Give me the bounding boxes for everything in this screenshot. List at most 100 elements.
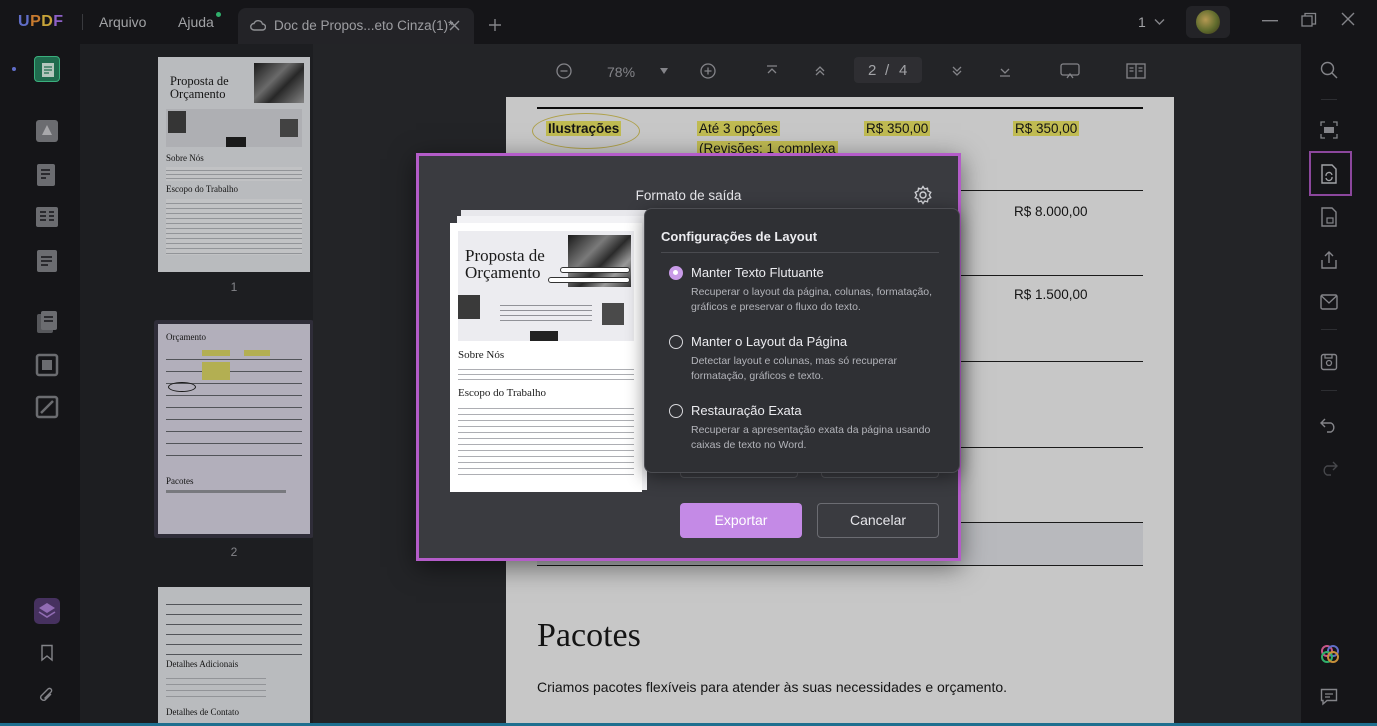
thumb1-lines-2 [166, 199, 302, 255]
preview-section-2: Escopo do Trabalho [458, 387, 546, 399]
rail-divider-3 [1321, 390, 1337, 391]
form-tool-icon[interactable] [34, 204, 60, 230]
thumbnail-label-2: 2 [230, 545, 238, 559]
preview-intro-lines [500, 301, 592, 325]
thumbnail-page-3[interactable]: Detalhes Adicionais Detalhes de Contato [158, 587, 310, 726]
preview-body-lines-2 [458, 403, 634, 477]
thumbnail-panel: Proposta de Orçamento Sobre Nós Escopo d… [80, 44, 314, 726]
page-total: 4 [899, 62, 908, 79]
layout-settings-popup: Configurações de Layout Manter Texto Flu… [644, 208, 960, 473]
undo-icon[interactable] [1320, 417, 1338, 433]
page-number-field[interactable]: 2 / 4 [854, 57, 922, 83]
settings-gear-icon[interactable] [913, 185, 933, 205]
option-description-2: Detectar layout e colunas, mas só recupe… [691, 355, 898, 382]
restore-icon[interactable] [1301, 12, 1317, 28]
preview-title-2: Orçamento [465, 263, 541, 282]
radio-keep-floating-text[interactable] [669, 266, 683, 280]
ocr-icon[interactable] [1320, 121, 1338, 139]
zoom-out-icon[interactable] [556, 63, 572, 79]
bookmark-icon[interactable] [40, 644, 54, 662]
menu-ajuda[interactable]: Ajuda [178, 14, 214, 30]
cancel-button[interactable]: Cancelar [817, 503, 939, 538]
reader-mode-icon[interactable] [34, 56, 60, 82]
thumb2-section: Pacotes [166, 476, 194, 486]
search-icon[interactable] [1320, 61, 1338, 79]
thumb1-lines-1 [166, 167, 302, 181]
table-top-rule [537, 107, 1143, 109]
chat-icon[interactable] [1320, 688, 1338, 706]
layers-icon[interactable] [34, 598, 60, 624]
option-description-3: Recuperar a apresentação exata da página… [691, 424, 931, 451]
title-bar: UPDF Arquivo Ajuda Doc de Propos...eto C… [0, 0, 1377, 44]
section-body: Criamos pacotes flexíveis para atender à… [537, 679, 1008, 695]
attachment-icon[interactable] [38, 687, 56, 705]
title-separator [82, 14, 83, 30]
fill-sign-icon[interactable] [34, 248, 60, 274]
redo-icon[interactable] [1320, 460, 1338, 476]
left-tool-rail [0, 44, 80, 726]
thumb2-table [166, 348, 302, 458]
option-label-2: Manter o Layout da Página [691, 334, 848, 349]
thumbnail-page-2[interactable]: Orçamento Pacotes [158, 324, 310, 534]
convert-pdf-icon[interactable] [1320, 164, 1338, 184]
last-page-icon[interactable] [998, 64, 1012, 78]
preview-caption-1 [560, 267, 630, 273]
row-label: Ilustrações [546, 121, 622, 136]
save-icon[interactable] [1320, 353, 1338, 371]
crop-page-icon[interactable] [34, 352, 60, 378]
dialog-title: Formato de saída [635, 188, 742, 203]
previous-page-icon[interactable] [813, 64, 827, 78]
window-count[interactable]: 1 [1138, 14, 1146, 30]
thumb2-title: Orçamento [166, 332, 206, 342]
row-price-b: R$ 350,00 [1013, 121, 1080, 136]
preview-title-1: Proposta de [465, 246, 545, 265]
tab-title: Doc de Propos...eto Cinza(1)* [274, 18, 454, 33]
radio-exact-restoration[interactable] [669, 404, 683, 418]
popup-divider [661, 252, 939, 253]
thumb1-section-1: Sobre Nós [166, 153, 204, 163]
menu-arquivo[interactable]: Arquivo [99, 14, 146, 30]
page-layout-icon[interactable] [1126, 63, 1146, 79]
notification-dot [216, 12, 221, 17]
rail-divider [1321, 99, 1337, 100]
app-logo: UPDF [18, 13, 64, 30]
thumb3-section-2: Detalhes de Contato [166, 707, 239, 717]
zoom-in-icon[interactable] [700, 63, 716, 79]
first-page-icon[interactable] [765, 64, 779, 78]
email-icon[interactable] [1320, 294, 1338, 310]
document-tab[interactable]: Doc de Propos...eto Cinza(1)* [238, 8, 474, 44]
thumbnail-page-1[interactable]: Proposta de Orçamento Sobre Nós Escopo d… [158, 57, 310, 272]
section-title: Pacotes [537, 617, 641, 654]
thumb1-building-image [254, 63, 304, 103]
close-tab-icon[interactable] [449, 20, 460, 31]
avatar [1196, 10, 1220, 34]
avatar-button[interactable] [1186, 6, 1230, 38]
thumb3-lines [166, 673, 266, 697]
export-button[interactable]: Exportar [680, 503, 802, 538]
chevron-down-icon[interactable] [1154, 18, 1165, 26]
page-separator: / [885, 62, 890, 79]
share-icon[interactable] [1320, 250, 1338, 270]
output-preview-page: Proposta de Orçamento Sobre Nós Escopo d… [450, 223, 642, 492]
option-label-3: Restauração Exata [691, 403, 802, 418]
presentation-icon[interactable] [1060, 63, 1080, 79]
total-value-1: R$ 8.000,00 [1014, 204, 1088, 219]
redact-tool-icon[interactable] [34, 394, 60, 420]
next-page-icon[interactable] [950, 64, 964, 78]
zoom-level[interactable]: 78% [607, 64, 635, 80]
thumbnail-label-1: 1 [230, 280, 238, 294]
comment-tool-icon[interactable] [34, 118, 60, 144]
ai-assistant-icon[interactable] [1320, 644, 1340, 664]
row-description-1: Até 3 opções [697, 121, 780, 136]
zoom-dropdown-icon[interactable] [660, 68, 668, 74]
minimize-icon[interactable] [1262, 20, 1278, 22]
preview-section-1: Sobre Nós [458, 349, 505, 361]
edit-pdf-icon[interactable] [34, 162, 60, 188]
new-tab-icon[interactable] [488, 18, 502, 32]
thumb2-line [166, 490, 286, 493]
close-window-icon[interactable] [1341, 12, 1355, 26]
radio-keep-page-layout[interactable] [669, 335, 683, 349]
layout-settings-title: Configurações de Layout [661, 229, 818, 244]
protect-pdf-icon[interactable] [1320, 207, 1338, 227]
organize-pages-icon[interactable] [34, 309, 60, 335]
